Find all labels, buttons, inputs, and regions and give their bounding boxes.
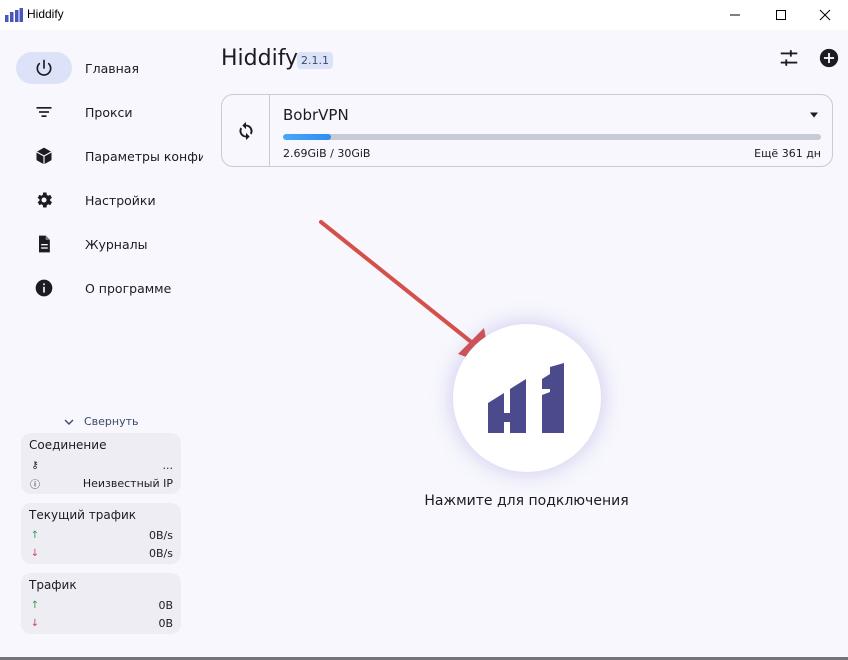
close-button[interactable] (802, 0, 848, 30)
connection-title: Соединение (29, 438, 107, 452)
sidebar-item-label: Параметры конфи (85, 148, 203, 164)
plus-circle-icon (819, 48, 839, 68)
version-badge: 2.1.1 (297, 52, 333, 69)
upload-total: 0B (158, 598, 173, 612)
profile-name: BobrVPN (283, 106, 349, 124)
connect-hint: Нажмите для подключения (424, 493, 629, 509)
cube-icon (36, 147, 52, 165)
document-icon (39, 235, 50, 253)
close-icon (819, 9, 831, 21)
dropdown-arrow-icon[interactable] (808, 109, 820, 121)
info-outline-icon: ⓘ (30, 479, 40, 491)
connection-card: Соединение ⚷ ... ⓘ Неизвестный IP (21, 433, 181, 494)
minimize-icon (730, 14, 740, 16)
key-icon: ⚷ (31, 459, 39, 471)
traffic-title: Трафик (29, 578, 77, 592)
current-traffic-card: Текущий трафик ↑ 0B/s ↓ 0B/s (21, 503, 181, 564)
collapse-button[interactable]: Свернуть (63, 415, 139, 428)
sliders-icon (780, 50, 798, 66)
arrow-down-icon: ↓ (30, 617, 40, 629)
ip-value[interactable]: Неизвестный IP (83, 477, 173, 490)
minimize-button[interactable] (712, 0, 758, 30)
sidebar-item-home[interactable]: Главная (16, 52, 206, 84)
arrow-up-icon: ↑ (30, 529, 40, 541)
remaining-days: Ещё 361 дн (754, 147, 821, 160)
connect-button[interactable] (453, 324, 601, 472)
power-icon (36, 59, 52, 76)
collapse-label: Свернуть (84, 415, 139, 428)
sidebar-item-config-options[interactable]: Параметры конфи (16, 140, 206, 172)
traffic-card: Трафик ↑ 0B ↓ 0B (21, 573, 181, 634)
filter-icon (36, 107, 52, 117)
maximize-button[interactable] (758, 0, 804, 30)
sidebar-item-label: Настройки (85, 192, 156, 208)
chevron-down-icon (64, 419, 74, 425)
sidebar-item-logs[interactable]: Журналы (16, 228, 206, 260)
refresh-icon (239, 121, 252, 140)
sidebar-item-about[interactable]: О программе (16, 272, 206, 304)
usage-progress-fill (283, 134, 332, 140)
info-icon (35, 279, 53, 297)
quick-settings-button[interactable] (777, 46, 801, 70)
sidebar-item-settings[interactable]: Настройки (16, 184, 206, 216)
sidebar-item-label: Журналы (85, 236, 148, 252)
window-title: Hiddify (27, 7, 64, 21)
title-bar: Hiddify (0, 0, 848, 30)
connection-value: ... (162, 458, 174, 472)
gear-icon (37, 192, 52, 208)
hiddify-logo-icon (488, 363, 564, 433)
usage-text: 2.69GiB / 30GiB (283, 147, 371, 160)
profile-card[interactable]: BobrVPN 2.69GiB / 30GiB Ещё 361 дн (221, 94, 833, 167)
sidebar-item-label: Прокси (85, 104, 133, 120)
update-profile-button[interactable] (222, 95, 270, 166)
arrow-down-icon: ↓ (30, 547, 40, 559)
usage-progress-bar (283, 134, 821, 140)
sidebar-item-proxies[interactable]: Прокси (16, 96, 206, 128)
add-profile-button[interactable] (817, 46, 841, 70)
download-total: 0B (158, 616, 173, 630)
arrow-up-icon: ↑ (30, 599, 40, 611)
app-logo-icon (5, 8, 23, 22)
sidebar-item-label: Главная (85, 60, 139, 76)
upload-speed: 0B/s (149, 528, 173, 542)
current-traffic-title: Текущий трафик (29, 508, 137, 522)
download-speed: 0B/s (149, 546, 173, 560)
page-title: Hiddify (221, 46, 299, 71)
sidebar-item-label: О программе (85, 280, 172, 296)
maximize-icon (776, 10, 786, 20)
